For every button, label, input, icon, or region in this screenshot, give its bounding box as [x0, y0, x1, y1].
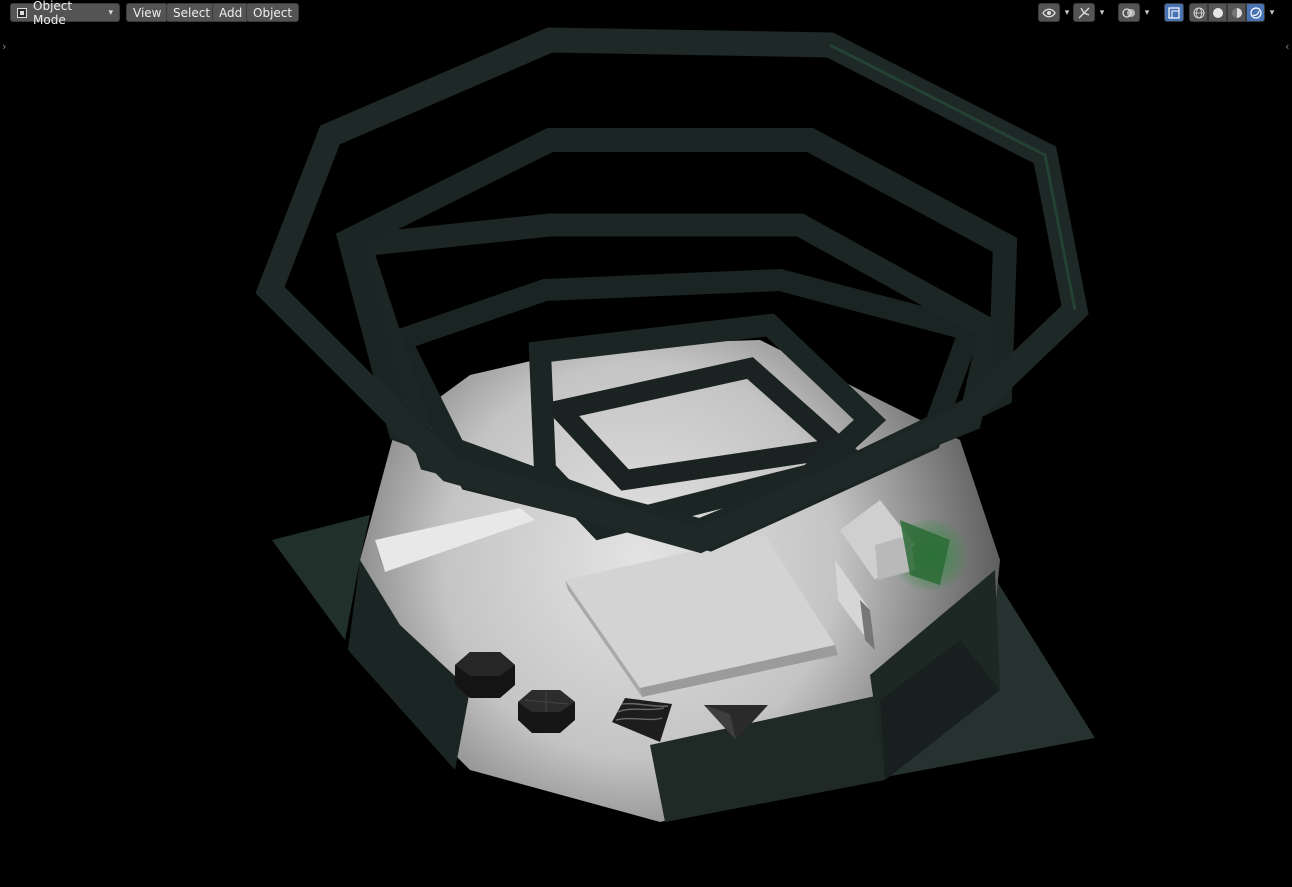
- view-menu[interactable]: View: [126, 3, 169, 22]
- octagon-puck-2: [518, 690, 575, 733]
- material-shading-icon[interactable]: [1227, 3, 1246, 22]
- mode-dropdown[interactable]: Object Mode ▾: [10, 0, 120, 27]
- xray-group[interactable]: [1164, 3, 1184, 22]
- visibility-eye-icon[interactable]: [1038, 3, 1060, 22]
- shading-group[interactable]: ▾: [1189, 3, 1279, 22]
- gizmo-group[interactable]: ▾: [1073, 3, 1109, 22]
- select-menu[interactable]: Select: [166, 3, 218, 22]
- 3d-viewport[interactable]: › ‹: [0, 0, 1292, 887]
- gizmo-icon[interactable]: [1073, 3, 1095, 22]
- chevron-down-icon[interactable]: ▾: [1060, 3, 1074, 22]
- chevron-down-icon[interactable]: ▾: [1095, 3, 1109, 22]
- rendered-shading-icon[interactable]: [1246, 3, 1265, 22]
- add-menu[interactable]: Add: [212, 3, 250, 22]
- solid-shading-icon[interactable]: [1208, 3, 1227, 22]
- left-region-toggle-icon[interactable]: ›: [2, 40, 6, 53]
- visibility-group[interactable]: ▾: [1038, 3, 1074, 22]
- wireframe-shading-icon[interactable]: [1189, 3, 1208, 22]
- overlays-icon[interactable]: [1118, 3, 1140, 22]
- object-menu[interactable]: Object: [246, 3, 300, 22]
- chevron-down-icon: ▾: [108, 7, 113, 18]
- right-region-toggle-icon[interactable]: ‹: [1285, 40, 1289, 53]
- object-mode-icon: [17, 7, 27, 18]
- chevron-down-icon[interactable]: ▾: [1265, 3, 1279, 22]
- xray-icon[interactable]: [1164, 3, 1184, 22]
- mode-label: Object Mode: [33, 0, 73, 27]
- overlays-group[interactable]: ▾: [1118, 3, 1154, 22]
- chevron-down-icon[interactable]: ▾: [1140, 3, 1154, 22]
- octagon-puck-1: [455, 652, 515, 698]
- 3d-scene-render: [255, 27, 1095, 822]
